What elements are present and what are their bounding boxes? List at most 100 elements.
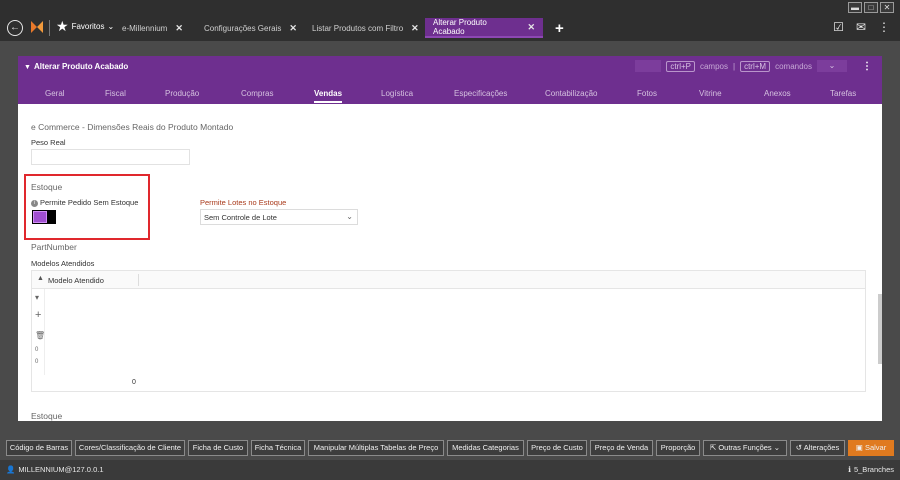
- commands-dropdown[interactable]: ⌄: [817, 60, 847, 72]
- caret-down-icon: ▼: [24, 64, 31, 71]
- ficha-custo-button[interactable]: Ficha de Custo: [188, 440, 248, 456]
- close-tab-icon[interactable]: ✕: [175, 23, 183, 34]
- permite-lotes-select[interactable]: Sem Controle de Lote ⌄: [200, 209, 358, 225]
- close-icon[interactable]: ✕: [880, 2, 894, 13]
- panel-title[interactable]: ▼ Alterar Produto Acabado: [24, 62, 128, 71]
- top-right-tools: ☑ ✉ ⋮: [833, 20, 890, 34]
- grid-toolbar: ▾ + 🗑 0 0: [32, 289, 45, 375]
- minimize-icon[interactable]: ▬: [848, 2, 862, 13]
- tab-geral[interactable]: Geral: [45, 89, 65, 98]
- info-icon: ℹ: [848, 465, 851, 474]
- branch-info[interactable]: ℹ 5_Branches: [848, 465, 894, 474]
- divider: |: [733, 61, 736, 71]
- permite-pedido-label: i Permite Pedido Sem Estoque: [31, 198, 138, 207]
- cores-classificacao-button[interactable]: Cores/Classificação de Cliente: [75, 440, 185, 456]
- status-bar: 👤 MILLENNIUM@127.0.0.1 ℹ 5_Branches: [0, 460, 900, 480]
- tab-e-millennium[interactable]: e-Millennium ✕: [114, 18, 191, 38]
- millennium-logo-icon[interactable]: [29, 19, 45, 35]
- tab-listar-produtos[interactable]: Listar Produtos com Filtro ✕: [304, 18, 427, 38]
- close-tab-icon[interactable]: ✕: [411, 23, 419, 34]
- tab-producao[interactable]: Produção: [165, 89, 199, 98]
- column-modelo-atendido[interactable]: Modelo Atendido: [48, 276, 104, 285]
- permite-lotes-value: Sem Controle de Lote: [204, 213, 277, 222]
- peso-real-input[interactable]: [31, 149, 190, 165]
- permite-pedido-toggle[interactable]: [32, 210, 56, 224]
- tab-anexos[interactable]: Anexos: [764, 89, 791, 98]
- codigo-barras-button[interactable]: Código de Barras: [6, 440, 72, 456]
- top-bar: ▬ □ ✕ ← ★ Favoritos ⌄ e-Millennium ✕ Conf…: [0, 0, 900, 41]
- window-controls: ▬ □ ✕: [848, 2, 894, 13]
- chevron-down-icon: ⌄: [771, 443, 781, 452]
- tab-label: Configurações Gerais: [204, 23, 282, 33]
- section-tabs: Geral Fiscal Produção Compras Vendas Log…: [18, 86, 882, 104]
- favorites-menu[interactable]: ★ Favoritos ⌄: [56, 19, 114, 33]
- preco-venda-button[interactable]: Preço de Venda: [590, 440, 653, 456]
- main-panel: ▼ Alterar Produto Acabado ctrl+P campos |…: [18, 56, 882, 421]
- tab-logistica[interactable]: Logística: [381, 89, 413, 98]
- grid-total: 0: [132, 379, 136, 386]
- branch-label: 5_Branches: [853, 465, 894, 474]
- field-search-input[interactable]: [635, 60, 662, 72]
- close-tab-icon[interactable]: ✕: [527, 22, 535, 33]
- user-info: 👤 MILLENNIUM@127.0.0.1: [6, 465, 104, 474]
- tab-alterar-produto-acabado[interactable]: Alterar Produto Acabado ✕: [425, 18, 543, 38]
- kebab-icon[interactable]: ⋮: [878, 20, 890, 34]
- user-label: MILLENNIUM@127.0.0.1: [18, 465, 104, 474]
- add-row-icon[interactable]: +: [35, 309, 41, 321]
- chevron-down-icon[interactable]: ▾: [35, 293, 39, 302]
- trash-icon[interactable]: 🗑: [35, 331, 45, 340]
- bottom-toolbar: Código de Barras Cores/Classificação de …: [0, 437, 900, 459]
- tab-especificacoes[interactable]: Especificações: [454, 89, 507, 98]
- sort-asc-icon[interactable]: ▲: [37, 275, 44, 282]
- alteracoes-button[interactable]: ↺ Alterações: [790, 440, 845, 456]
- tab-vitrine[interactable]: Vitrine: [699, 89, 722, 98]
- tab-configuracoes-gerais[interactable]: Configurações Gerais ✕: [196, 18, 305, 38]
- plus-icon[interactable]: +: [555, 20, 564, 37]
- save-icon: ▣: [855, 443, 865, 452]
- close-tab-icon[interactable]: ✕: [289, 23, 297, 34]
- outras-funcoes-button[interactable]: ⇱ Outras Funções ⌄: [703, 440, 787, 456]
- save-button[interactable]: ▣ Salvar: [848, 440, 894, 456]
- partnumber-label: PartNumber: [31, 242, 77, 252]
- estoque-bottom-title: Estoque: [31, 411, 63, 421]
- divider: [49, 20, 50, 36]
- estoque-section-title: Estoque: [31, 182, 63, 192]
- panel-header: ▼ Alterar Produto Acabado ctrl+P campos |…: [18, 56, 882, 104]
- shortcut-comandos-label: comandos: [775, 61, 812, 71]
- header-tools: ctrl+P campos | ctrl+M comandos ⌄ ⋮: [635, 60, 872, 72]
- shortcut-campos-key: ctrl+P: [666, 60, 695, 72]
- permite-pedido-text: Permite Pedido Sem Estoque: [40, 198, 139, 207]
- clipboard-icon[interactable]: ☑: [833, 20, 844, 34]
- info-icon[interactable]: i: [31, 199, 38, 207]
- tab-compras[interactable]: Compras: [241, 89, 273, 98]
- back-arrow-icon[interactable]: ←: [7, 20, 23, 36]
- toggle-knob: [33, 211, 47, 223]
- tab-fiscal[interactable]: Fiscal: [105, 89, 126, 98]
- tab-contabilizacao[interactable]: Contabilização: [545, 89, 597, 98]
- alteracoes-label: Alterações: [803, 443, 840, 452]
- kebab-icon[interactable]: ⋮: [862, 61, 872, 72]
- column-divider: [138, 274, 139, 286]
- user-icon: 👤: [6, 465, 16, 474]
- medidas-categorias-button[interactable]: Medidas Categorias: [447, 440, 524, 456]
- tab-tarefas[interactable]: Tarefas: [830, 89, 856, 98]
- modelos-label: Modelos Atendidos: [31, 259, 95, 268]
- shortcut-comandos-key: ctrl+M: [740, 60, 771, 72]
- panel-title-text: Alterar Produto Acabado: [33, 62, 129, 71]
- ficha-tecnica-button[interactable]: Ficha Técnica: [251, 440, 305, 456]
- row-count-bottom: 0: [35, 359, 39, 365]
- proporcao-button[interactable]: Proporção: [656, 440, 700, 456]
- manipular-tabelas-button[interactable]: Manipular Múltiplas Tabelas de Preço: [308, 440, 444, 456]
- shortcut-campos-label: campos: [699, 61, 728, 71]
- scrollbar[interactable]: [878, 294, 882, 364]
- tab-fotos[interactable]: Fotos: [637, 89, 657, 98]
- preco-custo-button[interactable]: Preço de Custo: [527, 440, 587, 456]
- star-icon: ★: [56, 18, 69, 34]
- form-content: e Commerce - Dimensões Reais do Produto …: [18, 104, 882, 421]
- tab-label: e-Millennium: [122, 23, 168, 33]
- tab-vendas[interactable]: Vendas: [314, 89, 343, 103]
- chat-icon[interactable]: ✉: [856, 20, 866, 34]
- maximize-icon[interactable]: □: [864, 2, 878, 13]
- tab-label: Listar Produtos com Filtro: [312, 23, 404, 33]
- modelos-grid: ▲ Modelo Atendido ▾ + 🗑 0 0 0: [31, 270, 866, 392]
